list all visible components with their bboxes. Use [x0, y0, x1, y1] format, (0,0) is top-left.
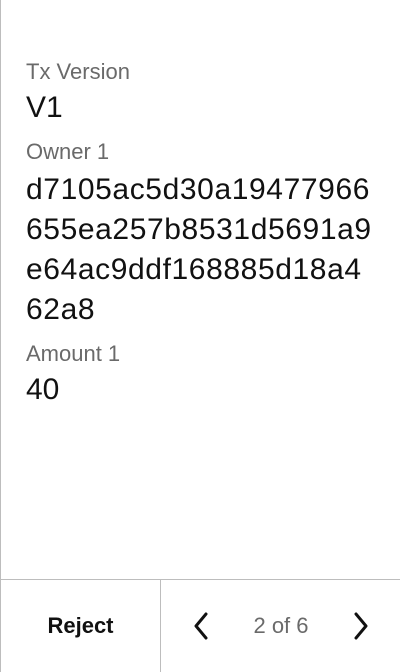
amount-1-value: 40 [26, 373, 60, 406]
next-page-button[interactable] [349, 610, 373, 642]
owner-1-label: Owner 1 [26, 139, 110, 164]
action-footer: Reject 2 of 6 [1, 579, 400, 672]
page-indicator: 2 of 6 [253, 613, 308, 639]
device-frame: Tx Version V1 Owner 1 d7105ac5d30a194779… [0, 0, 400, 672]
transaction-details: Tx Version V1 Owner 1 d7105ac5d30a194779… [26, 58, 386, 420]
chevron-right-icon [354, 612, 368, 640]
pagination: 2 of 6 [161, 580, 400, 672]
reject-button[interactable]: Reject [1, 580, 161, 672]
tx-version-value: V1 [26, 91, 63, 124]
page-current: 2 [253, 613, 266, 638]
amount-1-label: Amount 1 [26, 341, 121, 366]
page-total: 6 [296, 613, 309, 638]
page-separator: of [271, 613, 291, 638]
tx-version-label: Tx Version [26, 59, 130, 84]
chevron-left-icon [194, 612, 208, 640]
previous-page-button[interactable] [189, 610, 213, 642]
owner-1-value: d7105ac5d30a19477966655ea257b8531d5691a9… [26, 173, 372, 326]
